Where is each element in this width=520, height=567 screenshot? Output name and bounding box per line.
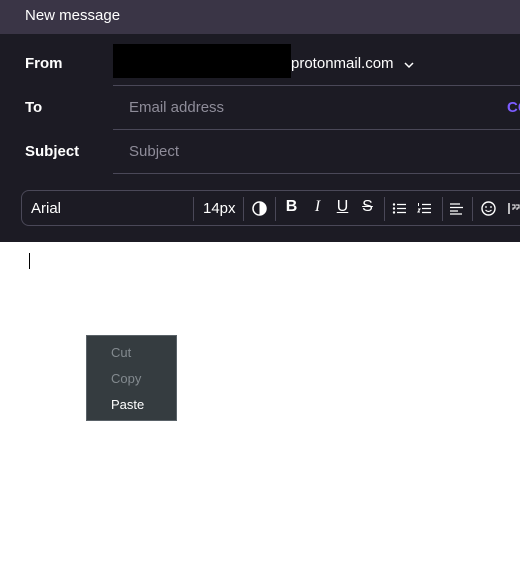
context-menu-copy: Copy [111, 371, 142, 386]
context-menu: Cut Copy Paste [86, 335, 177, 421]
toolbar-separator [472, 197, 473, 221]
font-size-select[interactable]: 14px [203, 200, 236, 217]
context-menu-paste[interactable]: Paste [87, 392, 176, 418]
toolbar-separator [243, 197, 244, 221]
subject-label: Subject [25, 143, 80, 160]
divider [113, 129, 520, 130]
text-caret [29, 253, 30, 269]
cc-button[interactable]: CC [507, 99, 520, 116]
formatting-toolbar: Arial 14px B I U S [21, 190, 520, 226]
toolbar-separator [193, 197, 194, 221]
to-input[interactable]: Email address [129, 99, 224, 116]
toolbar-separator [275, 197, 276, 221]
bold-icon[interactable]: B [283, 198, 300, 216]
quote-icon[interactable] [507, 200, 520, 217]
compose-header: From protonmail.com To Email address CC … [0, 34, 520, 242]
contrast-icon[interactable] [251, 200, 268, 217]
font-family-select[interactable]: Arial [31, 200, 61, 217]
emoji-icon[interactable] [480, 200, 497, 217]
subject-input[interactable]: Subject [129, 143, 179, 160]
divider [113, 85, 520, 86]
context-menu-cut: Cut [111, 345, 132, 360]
to-label: To [25, 99, 43, 116]
toolbar-separator [384, 197, 385, 221]
toolbar-separator [442, 197, 443, 221]
italic-icon[interactable]: I [309, 198, 326, 216]
chevron-down-icon[interactable] [402, 58, 416, 72]
window-title: New message [0, 0, 520, 34]
bullet-list-icon[interactable] [391, 200, 408, 217]
strikethrough-icon[interactable]: S [359, 198, 376, 216]
divider [113, 173, 520, 174]
redacted-sender-address [113, 44, 291, 78]
from-label: From [25, 55, 63, 72]
message-body-editor[interactable] [0, 242, 520, 567]
align-left-icon[interactable] [448, 200, 465, 217]
from-domain[interactable]: protonmail.com [291, 55, 394, 72]
underline-icon[interactable]: U [334, 198, 351, 216]
numbered-list-icon[interactable] [416, 200, 433, 217]
